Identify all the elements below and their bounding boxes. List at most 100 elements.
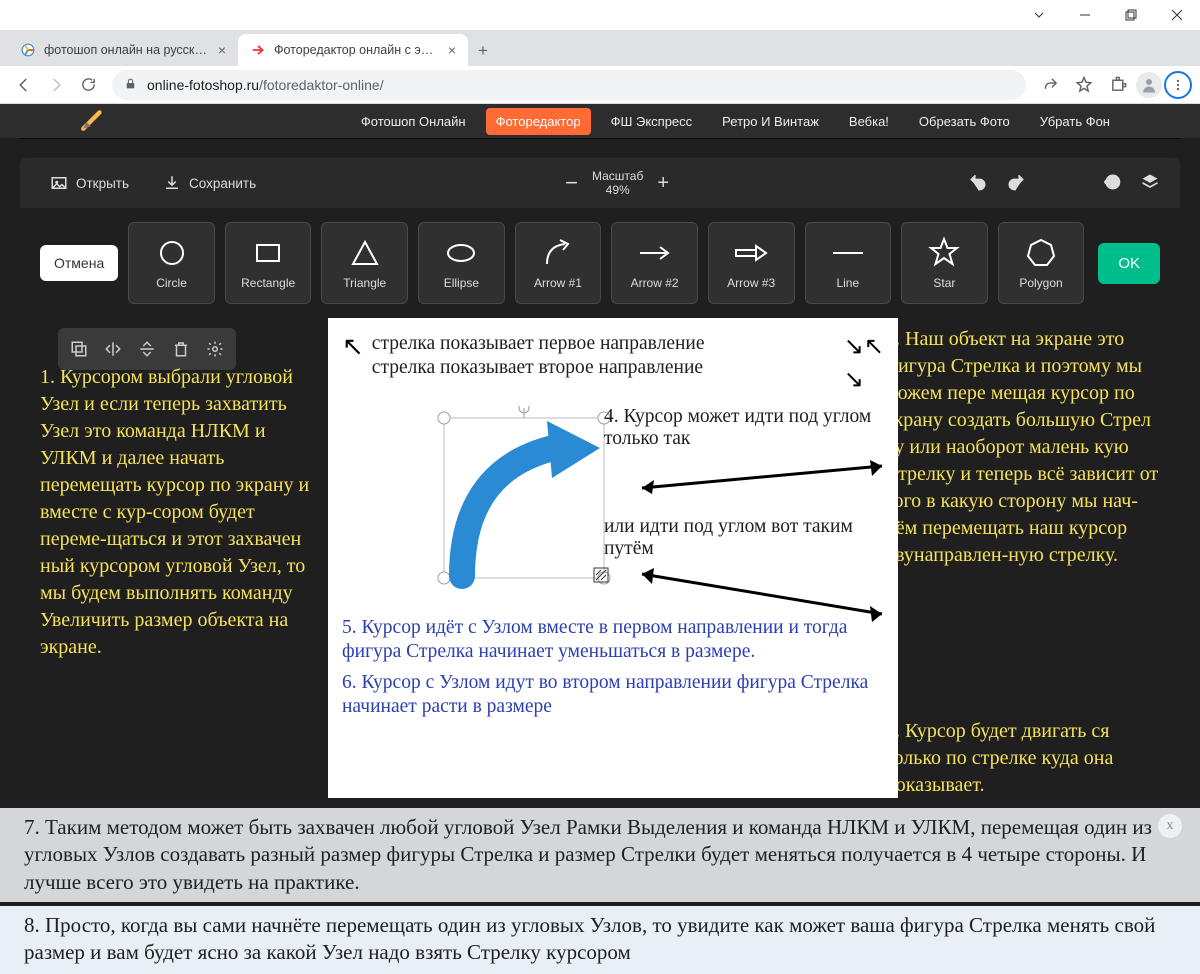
window-minimize-icon[interactable] (1062, 0, 1108, 30)
nav-back-button[interactable] (8, 69, 40, 101)
zoom-in-button[interactable]: + (657, 172, 669, 195)
shape-circle[interactable]: Circle (128, 222, 215, 304)
annotation-8: 8. Просто, когда вы сами начнёте перемещ… (24, 913, 1155, 964)
bookmark-star-icon[interactable] (1068, 69, 1100, 101)
shape-line[interactable]: Line (805, 222, 892, 304)
polygon-icon (1024, 236, 1058, 270)
shape-label: Ellipse (444, 276, 479, 290)
shape-polygon[interactable]: Polygon (998, 222, 1085, 304)
cancel-button[interactable]: Отмена (40, 245, 118, 281)
nav-item-express[interactable]: ФШ Экспресс (601, 108, 703, 135)
rectangle-icon (251, 236, 285, 270)
window-restore-icon[interactable] (1108, 0, 1154, 30)
nav-item-crop[interactable]: Обрезать Фото (909, 108, 1020, 135)
ellipse-icon (444, 236, 478, 270)
open-label: Открыть (76, 176, 129, 191)
nw-se-cursor-icon: ↖ (342, 332, 364, 362)
nav-forward-button[interactable] (40, 69, 72, 101)
arrow1-icon (541, 236, 575, 270)
star-icon (927, 236, 961, 270)
window-caret-icon[interactable] (1016, 0, 1062, 30)
shape-label: Rectangle (241, 276, 295, 290)
ok-button[interactable]: OK (1098, 243, 1160, 284)
zoom-control: − Масштаб 49% + (565, 169, 669, 198)
zoom-out-button[interactable]: − (565, 170, 578, 196)
open-button[interactable]: Открыть (40, 168, 139, 198)
nav-item-webcam[interactable]: Вебка! (839, 108, 899, 135)
address-bar: online-fotoshop.ru/fotoredaktor-online/ (0, 66, 1200, 104)
extensions-icon[interactable] (1102, 69, 1134, 101)
new-tab-button[interactable]: + (468, 36, 498, 66)
tab-title: фотошоп онлайн на русском - (44, 43, 210, 57)
tab-close-icon[interactable]: × (218, 42, 226, 58)
canvas-arrow-shape[interactable] (432, 406, 622, 596)
nav-item-fotoredaktor[interactable]: Фоторедактор (486, 108, 591, 135)
arrow2-icon (638, 236, 672, 270)
redo-icon[interactable] (1006, 172, 1026, 195)
shape-label: Arrow #3 (727, 276, 775, 290)
url-path: /fotoredaktor-online/ (259, 77, 384, 93)
shape-label: Circle (156, 276, 187, 290)
annotation-7: 7. Таким методом может быть захвачен люб… (24, 815, 1152, 894)
profile-avatar-icon[interactable] (1136, 72, 1162, 98)
nav-item-remove-bg[interactable]: Убрать Фон (1030, 108, 1120, 135)
shape-triangle[interactable]: Triangle (321, 222, 408, 304)
site-nav: Фотошоп Онлайн Фоторедактор ФШ Экспресс … (0, 104, 1200, 138)
tab-close-icon[interactable]: × (448, 42, 456, 58)
annotation-2: 2. Наш объект на экране это фигура Стрел… (885, 326, 1160, 569)
nav-reload-button[interactable] (72, 69, 104, 101)
trash-icon[interactable] (164, 332, 198, 366)
save-label: Сохранить (189, 176, 256, 191)
close-bubble-icon[interactable]: x (1158, 814, 1182, 838)
shape-rectangle[interactable]: Rectangle (225, 222, 312, 304)
undo-icon[interactable] (968, 172, 988, 195)
window-close-icon[interactable] (1154, 0, 1200, 30)
zoom-label: Масштаб (592, 169, 643, 183)
gear-icon[interactable] (198, 332, 232, 366)
shape-label: Star (933, 276, 955, 290)
annotation-1: 1. Курсором выбрали угловой Узел и если … (40, 364, 318, 661)
site-logo-icon[interactable] (80, 107, 106, 136)
shape-label: Line (836, 276, 859, 290)
duplicate-icon[interactable] (62, 332, 96, 366)
shape-arrow-2[interactable]: Arrow #2 (611, 222, 698, 304)
site-favicon-icon (250, 42, 266, 58)
triangle-icon (348, 236, 382, 270)
line-icon (831, 236, 865, 270)
browser-tab-active[interactable]: Фоторедактор онлайн с эффектами × (238, 34, 468, 66)
flip-v-icon[interactable] (130, 332, 164, 366)
flip-h-icon[interactable] (96, 332, 130, 366)
annotation-8-panel: 8. Просто, когда вы сами начнёте перемещ… (0, 902, 1200, 974)
annotation-3: 3. Курсор будет двигать ся только по стр… (885, 718, 1160, 799)
lock-icon (124, 77, 137, 93)
layers-icon[interactable] (1140, 172, 1160, 195)
shape-label: Polygon (1019, 276, 1062, 290)
url-host: online-fotoshop.ru (147, 77, 259, 93)
nav-item-retro[interactable]: Ретро И Винтаж (712, 108, 829, 135)
shape-arrow-3[interactable]: Arrow #3 (708, 222, 795, 304)
shape-label: Arrow #2 (631, 276, 679, 290)
canvas-area: 1. Курсором выбрали угловой Узел и если … (20, 318, 1180, 808)
window-titlebar (0, 0, 1200, 30)
se-cursor-icon: ↘ (844, 365, 884, 394)
annotation-4: 4. Курсор может идти под углом только та… (604, 406, 884, 450)
angle-arrow-up-icon (632, 458, 892, 498)
shape-ellipse[interactable]: Ellipse (418, 222, 505, 304)
annotation-angle-alt: или идти под углом вот таким путём (604, 516, 884, 560)
browser-menu-icon[interactable] (1164, 71, 1192, 99)
google-favicon-icon (20, 42, 36, 58)
nav-item-photoshop-online[interactable]: Фотошоп Онлайн (351, 108, 476, 135)
paper-line-1: стрелка показывает первое направление (372, 332, 836, 356)
nw-cursor-icon: ↘↖ (844, 332, 884, 361)
shape-arrow-1[interactable]: Arrow #1 (515, 222, 602, 304)
shape-star[interactable]: Star (901, 222, 988, 304)
annotation-7-panel: 7. Таким методом может быть захвачен люб… (0, 808, 1200, 902)
share-icon[interactable] (1034, 69, 1066, 101)
save-button[interactable]: Сохранить (153, 168, 266, 198)
browser-tab[interactable]: фотошоп онлайн на русском - × (8, 34, 238, 66)
history-icon[interactable] (1102, 172, 1122, 195)
arrow3-icon (734, 236, 768, 270)
editor-toolbar: Открыть Сохранить − Масштаб 49% + (20, 158, 1180, 208)
shapes-toolbar: Отмена Circle Rectangle Triangle Ellipse… (20, 208, 1180, 318)
url-input[interactable]: online-fotoshop.ru/fotoredaktor-online/ (112, 70, 1026, 100)
